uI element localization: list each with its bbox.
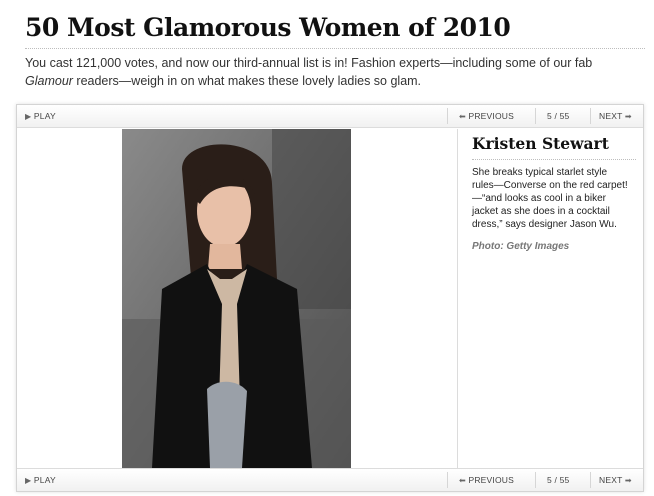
slideshow-controls-bottom: ▶ PLAY ⬅ PREVIOUS 5 / 55 NEXT ➡	[17, 468, 643, 491]
control-divider	[535, 472, 536, 488]
next-button[interactable]: NEXT ➡	[599, 105, 632, 127]
next-button[interactable]: NEXT ➡	[599, 469, 632, 491]
next-label: NEXT	[599, 111, 623, 121]
previous-button[interactable]: ⬅ PREVIOUS	[459, 105, 514, 127]
arrow-left-icon: ⬅	[459, 476, 466, 485]
play-button[interactable]: ▶ PLAY	[25, 469, 56, 491]
arrow-right-icon: ➡	[624, 476, 632, 485]
celebrity-photo	[122, 129, 351, 468]
photo-illustration	[122, 129, 351, 468]
play-label: PLAY	[33, 475, 56, 485]
previous-button[interactable]: ⬅ PREVIOUS	[459, 469, 514, 491]
play-button[interactable]: ▶ PLAY	[25, 105, 56, 127]
page-title: 50 Most Glamorous Women of 2010	[25, 13, 511, 42]
control-divider	[590, 108, 591, 124]
play-icon: ▶	[25, 112, 32, 121]
celebrity-name: Kristen Stewart	[472, 134, 609, 153]
slideshow-controls-top: ▶ PLAY ⬅ PREVIOUS 5 / 55 NEXT ➡	[17, 105, 643, 128]
arrow-left-icon: ⬅	[459, 112, 466, 121]
control-divider	[590, 472, 591, 488]
name-divider	[472, 159, 636, 160]
photo-credit: Photo: Getty Images	[472, 241, 570, 252]
caption-panel: Kristen Stewart She breaks typical starl…	[457, 129, 643, 468]
slideshow: ▶ PLAY ⬅ PREVIOUS 5 / 55 NEXT ➡ Kristen …	[16, 104, 644, 492]
control-divider	[535, 108, 536, 124]
play-label: PLAY	[33, 111, 56, 121]
slide-counter: 5 / 55	[547, 475, 570, 485]
previous-label: PREVIOUS	[468, 111, 514, 121]
intro-text: You cast 121,000 votes, and now our thir…	[25, 54, 640, 90]
play-icon: ▶	[25, 476, 32, 485]
control-divider	[447, 108, 448, 124]
slide-counter: 5 / 55	[547, 111, 570, 121]
title-divider	[25, 48, 645, 49]
previous-label: PREVIOUS	[468, 475, 514, 485]
intro-text-part2: readers—weigh in on what makes these lov…	[72, 74, 422, 88]
control-divider	[447, 472, 448, 488]
intro-magazine-name: Glamour	[25, 74, 73, 88]
intro-text-part1: You cast 121,000 votes, and now our thir…	[25, 56, 593, 70]
arrow-right-icon: ➡	[624, 112, 632, 121]
next-label: NEXT	[599, 475, 623, 485]
caption-text: She breaks typical starlet style rules—C…	[472, 167, 628, 230]
